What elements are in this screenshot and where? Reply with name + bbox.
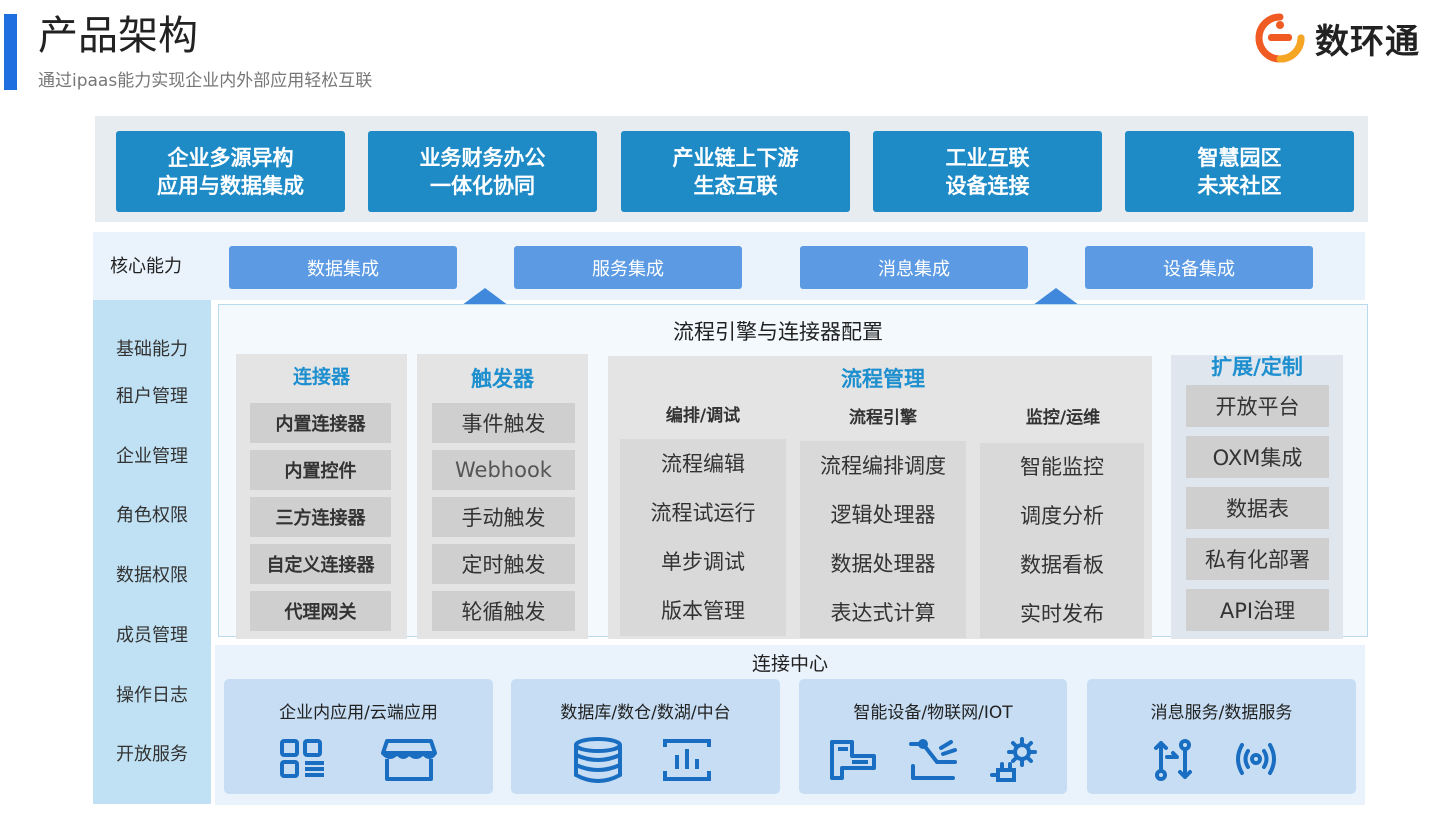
foundation-item: 开放服务: [116, 744, 188, 765]
page-title: 产品架构: [38, 13, 198, 59]
connection-card: [511, 679, 780, 794]
title-accent-bar: [4, 14, 17, 90]
core-item-device: 设备集成: [1085, 246, 1313, 289]
logo-text: 数环通: [1315, 21, 1420, 62]
scenario-card: 智慧园区 未来社区: [1125, 131, 1354, 212]
foundation-label: 基础能力: [116, 339, 188, 360]
trigger-item: 事件触发: [432, 403, 575, 443]
core-item-service: 服务集成: [514, 246, 742, 289]
connector-item: 三方连接器: [250, 497, 391, 537]
flow-item: 数据看板: [980, 542, 1144, 586]
store-icon: [381, 739, 437, 781]
foundation-sidebar: [93, 300, 211, 804]
trigger-item: 定时触发: [432, 544, 575, 584]
scenario-card: 业务财务办公 一体化协同: [368, 131, 597, 212]
extension-title: 扩展/定制: [1211, 355, 1303, 379]
engine-title: 流程引擎与连接器配置: [673, 320, 883, 344]
flow-item: 流程编辑: [620, 441, 786, 485]
scenario-card: 企业多源异构 应用与数据集成: [116, 131, 345, 212]
scenario-line: 一体化协同: [430, 173, 535, 198]
connector-item: 内置控件: [250, 450, 391, 490]
flow-title: 流程管理: [841, 367, 925, 391]
brand-logo: 数环通: [1255, 10, 1435, 66]
flow-item: 流程编排调度: [800, 443, 966, 487]
scenario-line: 产业链上下游: [672, 145, 799, 170]
flow-column-title: 流程引擎: [849, 408, 917, 428]
foundation-item: 租户管理: [116, 386, 188, 407]
flow-item: 智能监控: [980, 444, 1144, 488]
app-grid-icon: [280, 739, 324, 778]
core-item-message: 消息集成: [800, 246, 1028, 289]
flow-item: 版本管理: [620, 588, 786, 632]
foundation-item: 数据权限: [116, 565, 188, 586]
trigger-item: 手动触发: [432, 497, 575, 537]
connection-card: [224, 679, 493, 794]
trigger-item: Webhook: [432, 450, 575, 490]
connection-card-label: 数据库/数仓/数湖/中台: [560, 703, 731, 723]
connector-item: 代理网关: [250, 591, 391, 631]
scenario-line: 企业多源异构: [167, 145, 294, 170]
connectors-title: 连接器: [292, 366, 350, 388]
foundation-item: 企业管理: [116, 446, 188, 467]
connection-card: [1087, 679, 1356, 794]
scenario-line: 业务财务办公: [419, 145, 546, 170]
scenario-line: 应用与数据集成: [157, 173, 304, 198]
extension-item: 开放平台: [1186, 385, 1329, 427]
scenario-card: 产业链上下游 生态互联: [621, 131, 850, 212]
flow-item: 流程试运行: [620, 490, 786, 534]
flow-column-title: 编排/调试: [665, 406, 741, 426]
connection-card-label: 消息服务/数据服务: [1150, 703, 1293, 723]
flow-item: 逻辑处理器: [800, 492, 966, 536]
triggers-title: 触发器: [471, 367, 534, 391]
broadcast-icon: [1236, 743, 1276, 775]
page-subtitle: 通过ipaas能力实现企业内外部应用轻松互联: [38, 71, 373, 91]
flow-item: 实时发布: [980, 591, 1144, 635]
sync-arrows-icon: [1154, 739, 1192, 781]
foundation-item: 成员管理: [116, 625, 188, 646]
connector-item: 自定义连接器: [250, 544, 391, 584]
flow-item: 调度分析: [980, 493, 1144, 537]
database-icon: [574, 737, 622, 783]
scenario-line: 工业互联: [945, 145, 1030, 170]
scenario-card: 工业互联 设备连接: [873, 131, 1102, 212]
foundation-item: 角色权限: [116, 505, 188, 526]
extension-item: API治理: [1186, 589, 1329, 631]
printer-device-icon: [830, 740, 876, 780]
scenario-line: 智慧园区: [1197, 145, 1282, 170]
scenario-line: 未来社区: [1197, 173, 1282, 198]
trigger-item: 轮循触发: [432, 591, 575, 631]
connection-center-title: 连接中心: [751, 653, 828, 675]
flow-item: 数据处理器: [800, 541, 966, 585]
extension-item: 数据表: [1186, 487, 1329, 529]
connection-card-label: 智能设备/物联网/IOT: [853, 703, 1013, 723]
data-chart-icon: [663, 739, 711, 781]
flow-item: 表达式计算: [800, 590, 966, 634]
connection-card-label: 企业内应用/云端应用: [279, 703, 438, 723]
core-label: 核心能力: [110, 256, 182, 277]
scenario-line: 生态互联: [693, 173, 778, 198]
connector-item: 内置连接器: [250, 403, 391, 443]
extension-item: OXM集成: [1186, 436, 1329, 478]
scenario-line: 设备连接: [945, 173, 1030, 198]
logo-icon: [1255, 13, 1305, 63]
extension-item: 私有化部署: [1186, 538, 1329, 580]
robot-arm-icon: [909, 739, 957, 780]
foundation-item: 操作日志: [116, 685, 188, 706]
core-item-data: 数据集成: [229, 246, 457, 289]
flow-item: 单步调试: [620, 539, 786, 583]
flow-column-title: 监控/运维: [1025, 408, 1101, 428]
plug-gear-icon: [990, 737, 1037, 782]
